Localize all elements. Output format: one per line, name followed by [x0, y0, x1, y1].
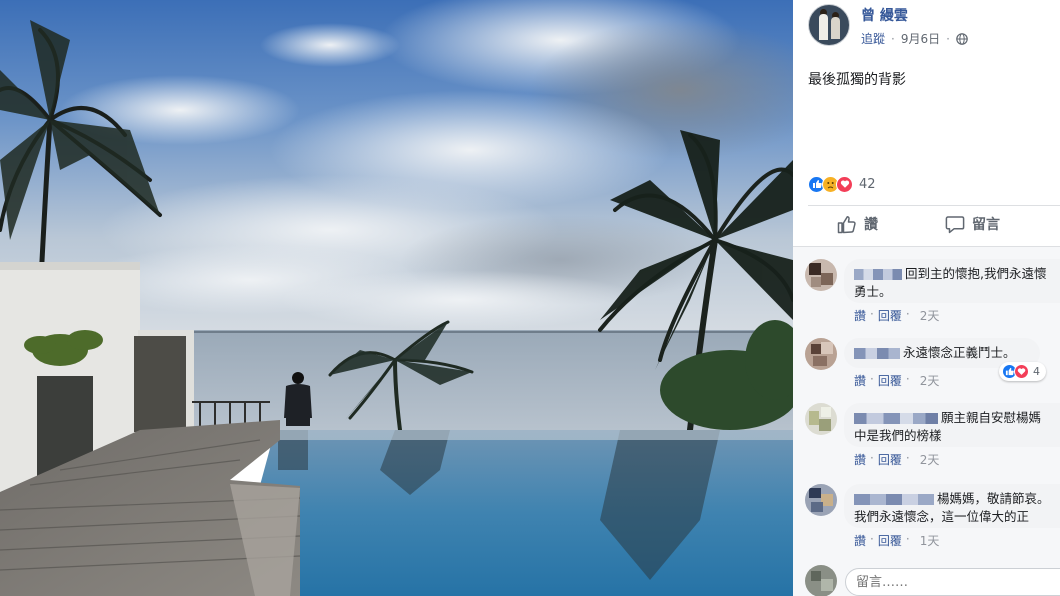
comment-button[interactable]: 留言 — [945, 214, 1000, 234]
current-user-avatar[interactable] — [805, 565, 837, 596]
comment-reply-link[interactable]: 回覆 — [878, 532, 902, 549]
comment-reaction-count: 4 — [1033, 365, 1040, 378]
comment-actions: 讚 · 回覆 · 1天 — [854, 532, 940, 549]
like-label: 讚 — [864, 217, 878, 233]
comment-label: 留言 — [972, 217, 1000, 233]
like-button[interactable]: 讚 — [837, 214, 878, 234]
comment-reply-link[interactable]: 回覆 — [878, 451, 902, 468]
comment-actions: 讚 · 回覆 · 2天 — [854, 372, 940, 389]
comment-time[interactable]: 2天 — [920, 307, 940, 324]
comment-actions: 讚 · 回覆 · 2天 — [854, 451, 940, 468]
divider — [808, 205, 1060, 206]
comment-actions: 讚 · 回覆 · 2天 — [854, 307, 940, 324]
blurred-commenter-name[interactable] — [854, 494, 934, 505]
comment-bubble: 回到主的懷抱,我們永遠懷 勇士。 — [844, 259, 1060, 303]
comment-like-link[interactable]: 讚 — [854, 307, 866, 324]
globe-icon[interactable] — [956, 32, 968, 45]
post-sidebar: 曾 縵雲 追蹤 · 9月6日 · 最後孤獨的背影 42 讚 留言 回到主的懷抱,… — [793, 0, 1060, 596]
author-name-link[interactable]: 曾 縵雲 — [861, 5, 908, 25]
comment-text-cont: 我們永遠懷念，這一位偉大的正 — [854, 509, 1030, 524]
post-photo[interactable] — [0, 0, 793, 596]
blurred-commenter-name[interactable] — [854, 348, 900, 359]
blurred-commenter-name[interactable] — [854, 269, 902, 280]
reaction-count: 42 — [859, 176, 876, 192]
comment-bubble-icon — [945, 215, 965, 233]
commenter-avatar[interactable] — [805, 259, 837, 291]
comment-text: 回到主的懷抱,我們永遠懷 — [905, 266, 1047, 281]
comment-reaction-summary[interactable]: 4 — [999, 362, 1046, 381]
comment-text: 楊媽媽，敬請節哀。 — [937, 491, 1050, 506]
comment-like-link[interactable]: 讚 — [854, 451, 866, 468]
commenter-avatar[interactable] — [805, 403, 837, 435]
comment-time[interactable]: 2天 — [920, 451, 940, 468]
comment-text: 願主親自安慰楊媽 — [941, 410, 1042, 425]
comment-bubble: 願主親自安慰楊媽 中是我們的榜樣 — [844, 403, 1060, 447]
follow-link[interactable]: 追蹤 — [861, 30, 885, 47]
post-date[interactable]: 9月6日 — [901, 30, 940, 47]
meta-separator: · — [891, 31, 895, 46]
post-meta: 追蹤 · 9月6日 · — [861, 30, 968, 47]
infinity-pool-photo — [0, 0, 793, 596]
comment-reply-link[interactable]: 回覆 — [878, 372, 902, 389]
comment-bubble: 楊媽媽，敬請節哀。 我們永遠懷念，這一位偉大的正 — [844, 484, 1060, 528]
comment-like-link[interactable]: 讚 — [854, 372, 866, 389]
love-icon — [836, 175, 853, 193]
author-avatar[interactable] — [808, 4, 850, 46]
meta-separator: · — [946, 31, 950, 46]
blurred-commenter-name[interactable] — [854, 413, 938, 424]
comment-reply-link[interactable]: 回覆 — [878, 307, 902, 324]
comment-text: 永遠懷念正義鬥士。 — [903, 345, 1016, 360]
commenter-avatar[interactable] — [805, 338, 837, 370]
comment-text-cont: 中是我們的榜樣 — [854, 428, 942, 443]
commenter-avatar[interactable] — [805, 484, 837, 516]
love-icon — [1014, 364, 1029, 379]
comment-time[interactable]: 1天 — [920, 532, 940, 549]
reaction-summary[interactable]: 42 — [808, 175, 876, 193]
post-text: 最後孤獨的背影 — [808, 72, 906, 88]
comment-like-link[interactable]: 讚 — [854, 532, 866, 549]
comment-time[interactable]: 2天 — [920, 372, 940, 389]
thumbs-up-icon — [837, 215, 856, 233]
comment-input[interactable] — [845, 568, 1060, 596]
comment-text-cont: 勇士。 — [854, 284, 892, 299]
